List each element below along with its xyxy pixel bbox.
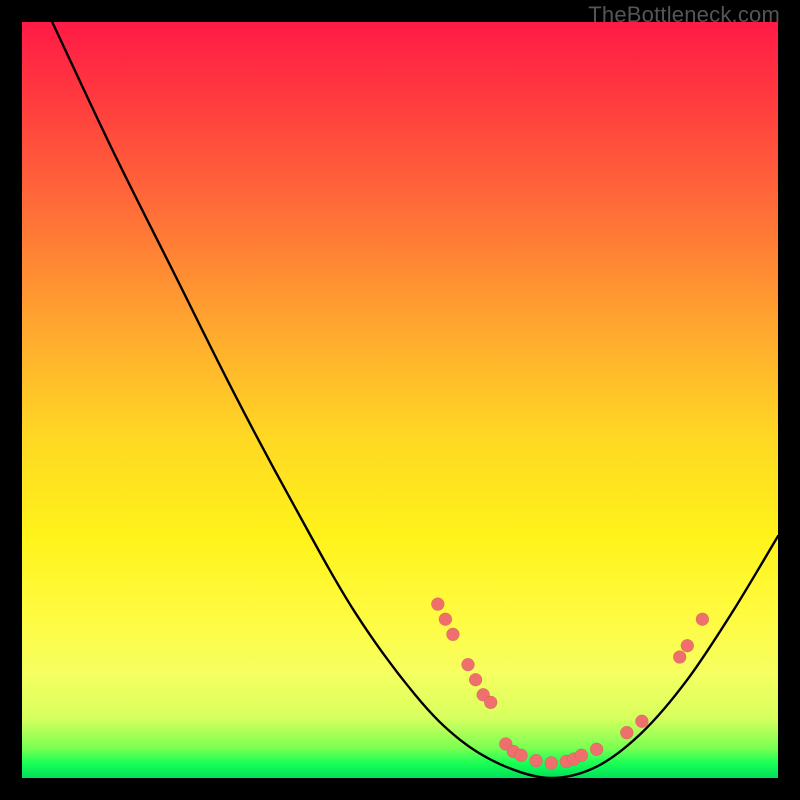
bottleneck-curve-chart — [22, 22, 778, 778]
data-marker — [635, 715, 648, 728]
data-marker — [484, 696, 497, 709]
data-marker — [545, 756, 558, 769]
bottleneck-curve-line — [52, 22, 778, 778]
data-marker — [575, 749, 588, 762]
data-marker — [515, 749, 528, 762]
data-marker — [681, 639, 694, 652]
data-marker — [590, 743, 603, 756]
data-marker — [673, 651, 686, 664]
data-marker — [431, 598, 444, 611]
data-marker — [446, 628, 459, 641]
data-marker — [696, 613, 709, 626]
data-marker — [530, 754, 543, 767]
data-marker — [620, 726, 633, 739]
data-marker — [439, 613, 452, 626]
chart-plot-area — [22, 22, 778, 778]
data-marker — [462, 658, 475, 671]
data-marker — [469, 673, 482, 686]
marker-group — [431, 598, 709, 770]
